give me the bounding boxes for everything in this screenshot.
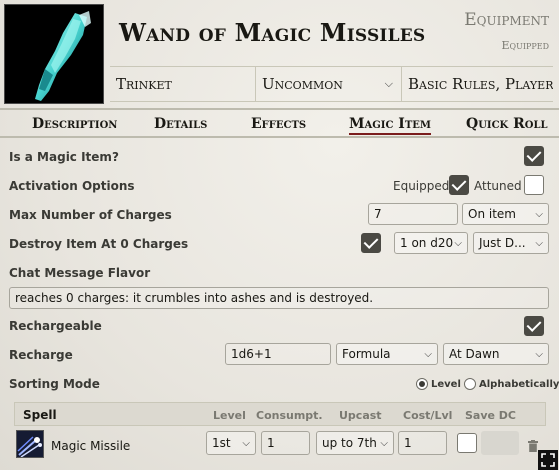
expand-icon[interactable] <box>538 450 558 470</box>
rechargeable-label: Rechargeable <box>9 319 102 333</box>
tab-bar: Description Details Effects Magic Item Q… <box>0 108 559 138</box>
tab-description[interactable]: Description <box>32 116 117 132</box>
item-sheet: Wand of Magic Missiles Equipment Equippe… <box>0 0 559 470</box>
chevron-down-icon: ⌵ <box>380 437 388 449</box>
equipped-label: Equipped <box>393 179 450 193</box>
sort-alpha-label: Alphabetically <box>479 379 559 390</box>
table-row: Magic Missile 1st ⌵ 1 up to 7th ⌵ 1 <box>14 428 546 462</box>
charges-type-select[interactable]: On item ⌵ <box>462 203 549 225</box>
crystal-wand-icon <box>35 11 91 101</box>
recharge-type-value: Formula <box>342 347 391 361</box>
item-status: Equipped <box>501 39 549 52</box>
chevron-down-icon: ⌵ <box>384 77 393 90</box>
chevron-down-icon: ⌵ <box>535 237 543 249</box>
col-upcast: Upcast <box>339 409 382 422</box>
is-magic-label: Is a Magic Item? <box>9 150 119 164</box>
spell-cost-input[interactable]: 1 <box>398 431 447 455</box>
tab-details[interactable]: Details <box>154 116 207 132</box>
max-charges-value: 7 <box>374 207 382 221</box>
rechargeable-checkbox[interactable] <box>524 316 544 336</box>
chat-flavor-value: reaches 0 charges: it crumbles into ashe… <box>15 291 374 305</box>
max-charges-input[interactable]: 7 <box>368 203 458 225</box>
col-consumpt: Consumpt. <box>256 409 323 422</box>
item-header-fields: Trinket Uncommon ⌵ Basic Rules, Player's… <box>110 66 553 102</box>
destroy-checkbox[interactable] <box>361 233 381 253</box>
chevron-down-icon: ⌵ <box>454 237 462 249</box>
subtype-field[interactable]: Trinket <box>110 67 256 101</box>
recharge-formula-value: 1d6+1 <box>231 347 272 361</box>
tab-quick-roll[interactable]: Quick Roll <box>466 116 548 132</box>
recharge-label: Recharge <box>9 348 73 362</box>
rarity-select[interactable]: Uncommon ⌵ <box>256 67 402 101</box>
destroy-type-value: Just D... <box>479 236 526 250</box>
col-spell: Spell <box>23 408 57 422</box>
recharge-time-select[interactable]: At Dawn ⌵ <box>443 343 549 365</box>
destroy-roll-value: 1 on d20 <box>400 236 454 250</box>
sort-alpha-radio[interactable] <box>464 378 476 390</box>
recharge-formula-input[interactable]: 1d6+1 <box>225 343 331 365</box>
chevron-down-icon: ⌵ <box>535 348 543 360</box>
spell-level-select[interactable]: 1st ⌵ <box>206 431 256 455</box>
spell-upcast-select[interactable]: up to 7th ⌵ <box>316 431 394 455</box>
max-charges-label: Max Number of Charges <box>9 208 172 222</box>
source-value: Basic Rules, Player's Ha <box>408 75 553 93</box>
source-field[interactable]: Basic Rules, Player's Ha <box>402 67 553 101</box>
save-dc-checkbox[interactable] <box>457 433 477 453</box>
magic-missile-icon[interactable] <box>16 430 44 458</box>
magic-missile-art <box>17 431 43 457</box>
spell-cost-value: 1 <box>404 436 412 450</box>
chat-flavor-input[interactable]: reaches 0 charges: it crumbles into ashe… <box>9 287 549 309</box>
chat-flavor-label: Chat Message Flavor <box>9 266 151 280</box>
destroy-roll-select[interactable]: 1 on d20 ⌵ <box>394 232 468 254</box>
expand-arrows <box>541 453 555 467</box>
item-type: Equipment <box>464 10 549 30</box>
col-save-dc: Save DC <box>465 409 517 422</box>
save-dc-input[interactable] <box>481 431 519 455</box>
rarity-value: Uncommon <box>262 75 343 93</box>
spell-consumption-input[interactable]: 1 <box>261 431 310 455</box>
subtype-value: Trinket <box>116 75 172 93</box>
charges-type-value: On item <box>468 207 516 221</box>
tab-effects[interactable]: Effects <box>251 116 306 132</box>
chevron-down-icon: ⌵ <box>242 437 250 449</box>
sorting-label: Sorting Mode <box>9 377 100 391</box>
spell-table-header: Spell Level Consumpt. Upcast Cost/Lvl Sa… <box>14 402 546 426</box>
is-magic-checkbox[interactable] <box>524 146 544 166</box>
equipped-checkbox[interactable] <box>449 175 469 195</box>
attuned-checkbox[interactable] <box>524 175 544 195</box>
sort-level-radio[interactable] <box>416 378 428 390</box>
attuned-label: Attuned <box>474 179 522 193</box>
recharge-type-select[interactable]: Formula ⌵ <box>336 343 438 365</box>
spell-level-value: 1st <box>212 436 231 450</box>
spell-upcast-value: up to 7th <box>322 436 377 450</box>
chevron-down-icon: ⌵ <box>424 348 432 360</box>
item-name[interactable]: Wand of Magic Missiles <box>119 18 425 47</box>
col-cost: Cost/Lvl <box>403 409 453 422</box>
spell-name[interactable]: Magic Missile <box>51 439 130 453</box>
spell-consumption-value: 1 <box>267 436 275 450</box>
destroy-type-select[interactable]: Just D... ⌵ <box>473 232 549 254</box>
tab-magic-item[interactable]: Magic Item <box>349 116 431 135</box>
col-level: Level <box>213 409 246 422</box>
chevron-down-icon: ⌵ <box>535 208 543 220</box>
item-image[interactable] <box>4 4 104 104</box>
sort-level-label: Level <box>431 379 461 390</box>
recharge-time-value: At Dawn <box>449 347 500 361</box>
trash-icon[interactable] <box>528 440 538 452</box>
destroy-label: Destroy Item At 0 Charges <box>9 237 189 251</box>
activation-label: Activation Options <box>9 179 135 193</box>
